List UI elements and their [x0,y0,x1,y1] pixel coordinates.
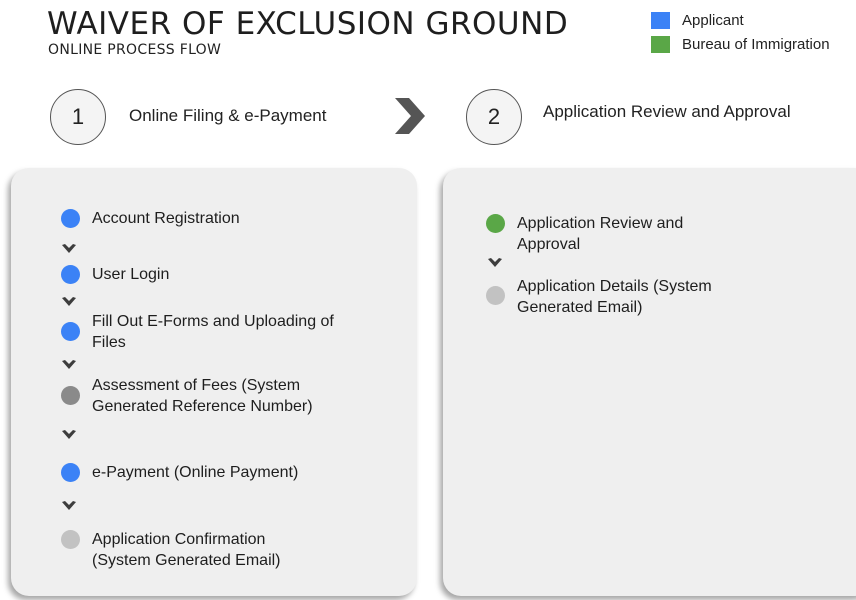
step-1-label: Online Filing & e-Payment [129,106,327,125]
chevron-down-icon [62,430,76,439]
flow-item-label: Application Details (System Generated Em… [517,278,712,316]
flow-item-label: Fill Out E-Forms and Uploading of Files [92,313,334,351]
step-number: 1 [71,104,85,129]
step-2-circle: 2 [466,89,522,145]
legend-item-applicant: Applicant [651,8,830,32]
flow-item-assessment-of-fees: Assessment of Fees (System Generated Ref… [61,375,351,417]
legend-item-bureau: Bureau of Immigration [651,32,830,56]
chevron-down-icon [488,258,502,267]
status-dot [61,265,80,284]
flow-item-label: Account Registration [92,210,240,227]
status-dot [61,463,80,482]
legend-label: Bureau of Immigration [682,35,830,53]
status-dot [61,530,80,549]
step-2-label: Application Review and Approval [543,102,791,121]
step-1-circle: 1 [50,89,106,145]
flow-item-application-confirmation: Application Confirmation (System Generat… [61,529,321,571]
legend: Applicant Bureau of Immigration [651,8,830,56]
status-dot [61,386,80,405]
flow-item-user-login: User Login [61,264,381,285]
chevron-right-icon [395,98,425,134]
step-number: 2 [487,104,501,129]
status-dot [486,286,505,305]
chevron-down-icon [62,501,76,510]
flow-item-fill-out-eforms: Fill Out E-Forms and Uploading of Files [61,311,371,353]
legend-swatch-bureau [651,35,670,53]
flow-item-application-details: Application Details (System Generated Em… [486,276,746,318]
page-subtitle: ONLINE PROCESS FLOW [48,42,222,58]
chevron-down-icon [62,297,76,306]
flow-item-account-registration: Account Registration [61,208,381,229]
flow-item-label: e-Payment (Online Payment) [92,464,299,481]
flow-item-label: User Login [92,266,170,283]
flow-item-label: Application Review and Approval [517,215,684,253]
flow-item-label: Application Confirmation (System Generat… [92,531,281,569]
flow-item-e-payment: e-Payment (Online Payment) [61,462,381,483]
chevron-down-icon [62,360,76,369]
page-title: WAIVER OF EXCLUSION GROUND [47,6,569,42]
legend-label: Applicant [682,11,744,29]
status-dot [486,214,505,233]
flow-item-label: Assessment of Fees (System Generated Ref… [92,377,313,415]
status-dot [61,322,80,341]
status-dot [61,209,80,228]
chevron-down-icon [62,244,76,253]
legend-swatch-applicant [651,11,670,29]
flow-item-application-review: Application Review and Approval [486,213,726,255]
